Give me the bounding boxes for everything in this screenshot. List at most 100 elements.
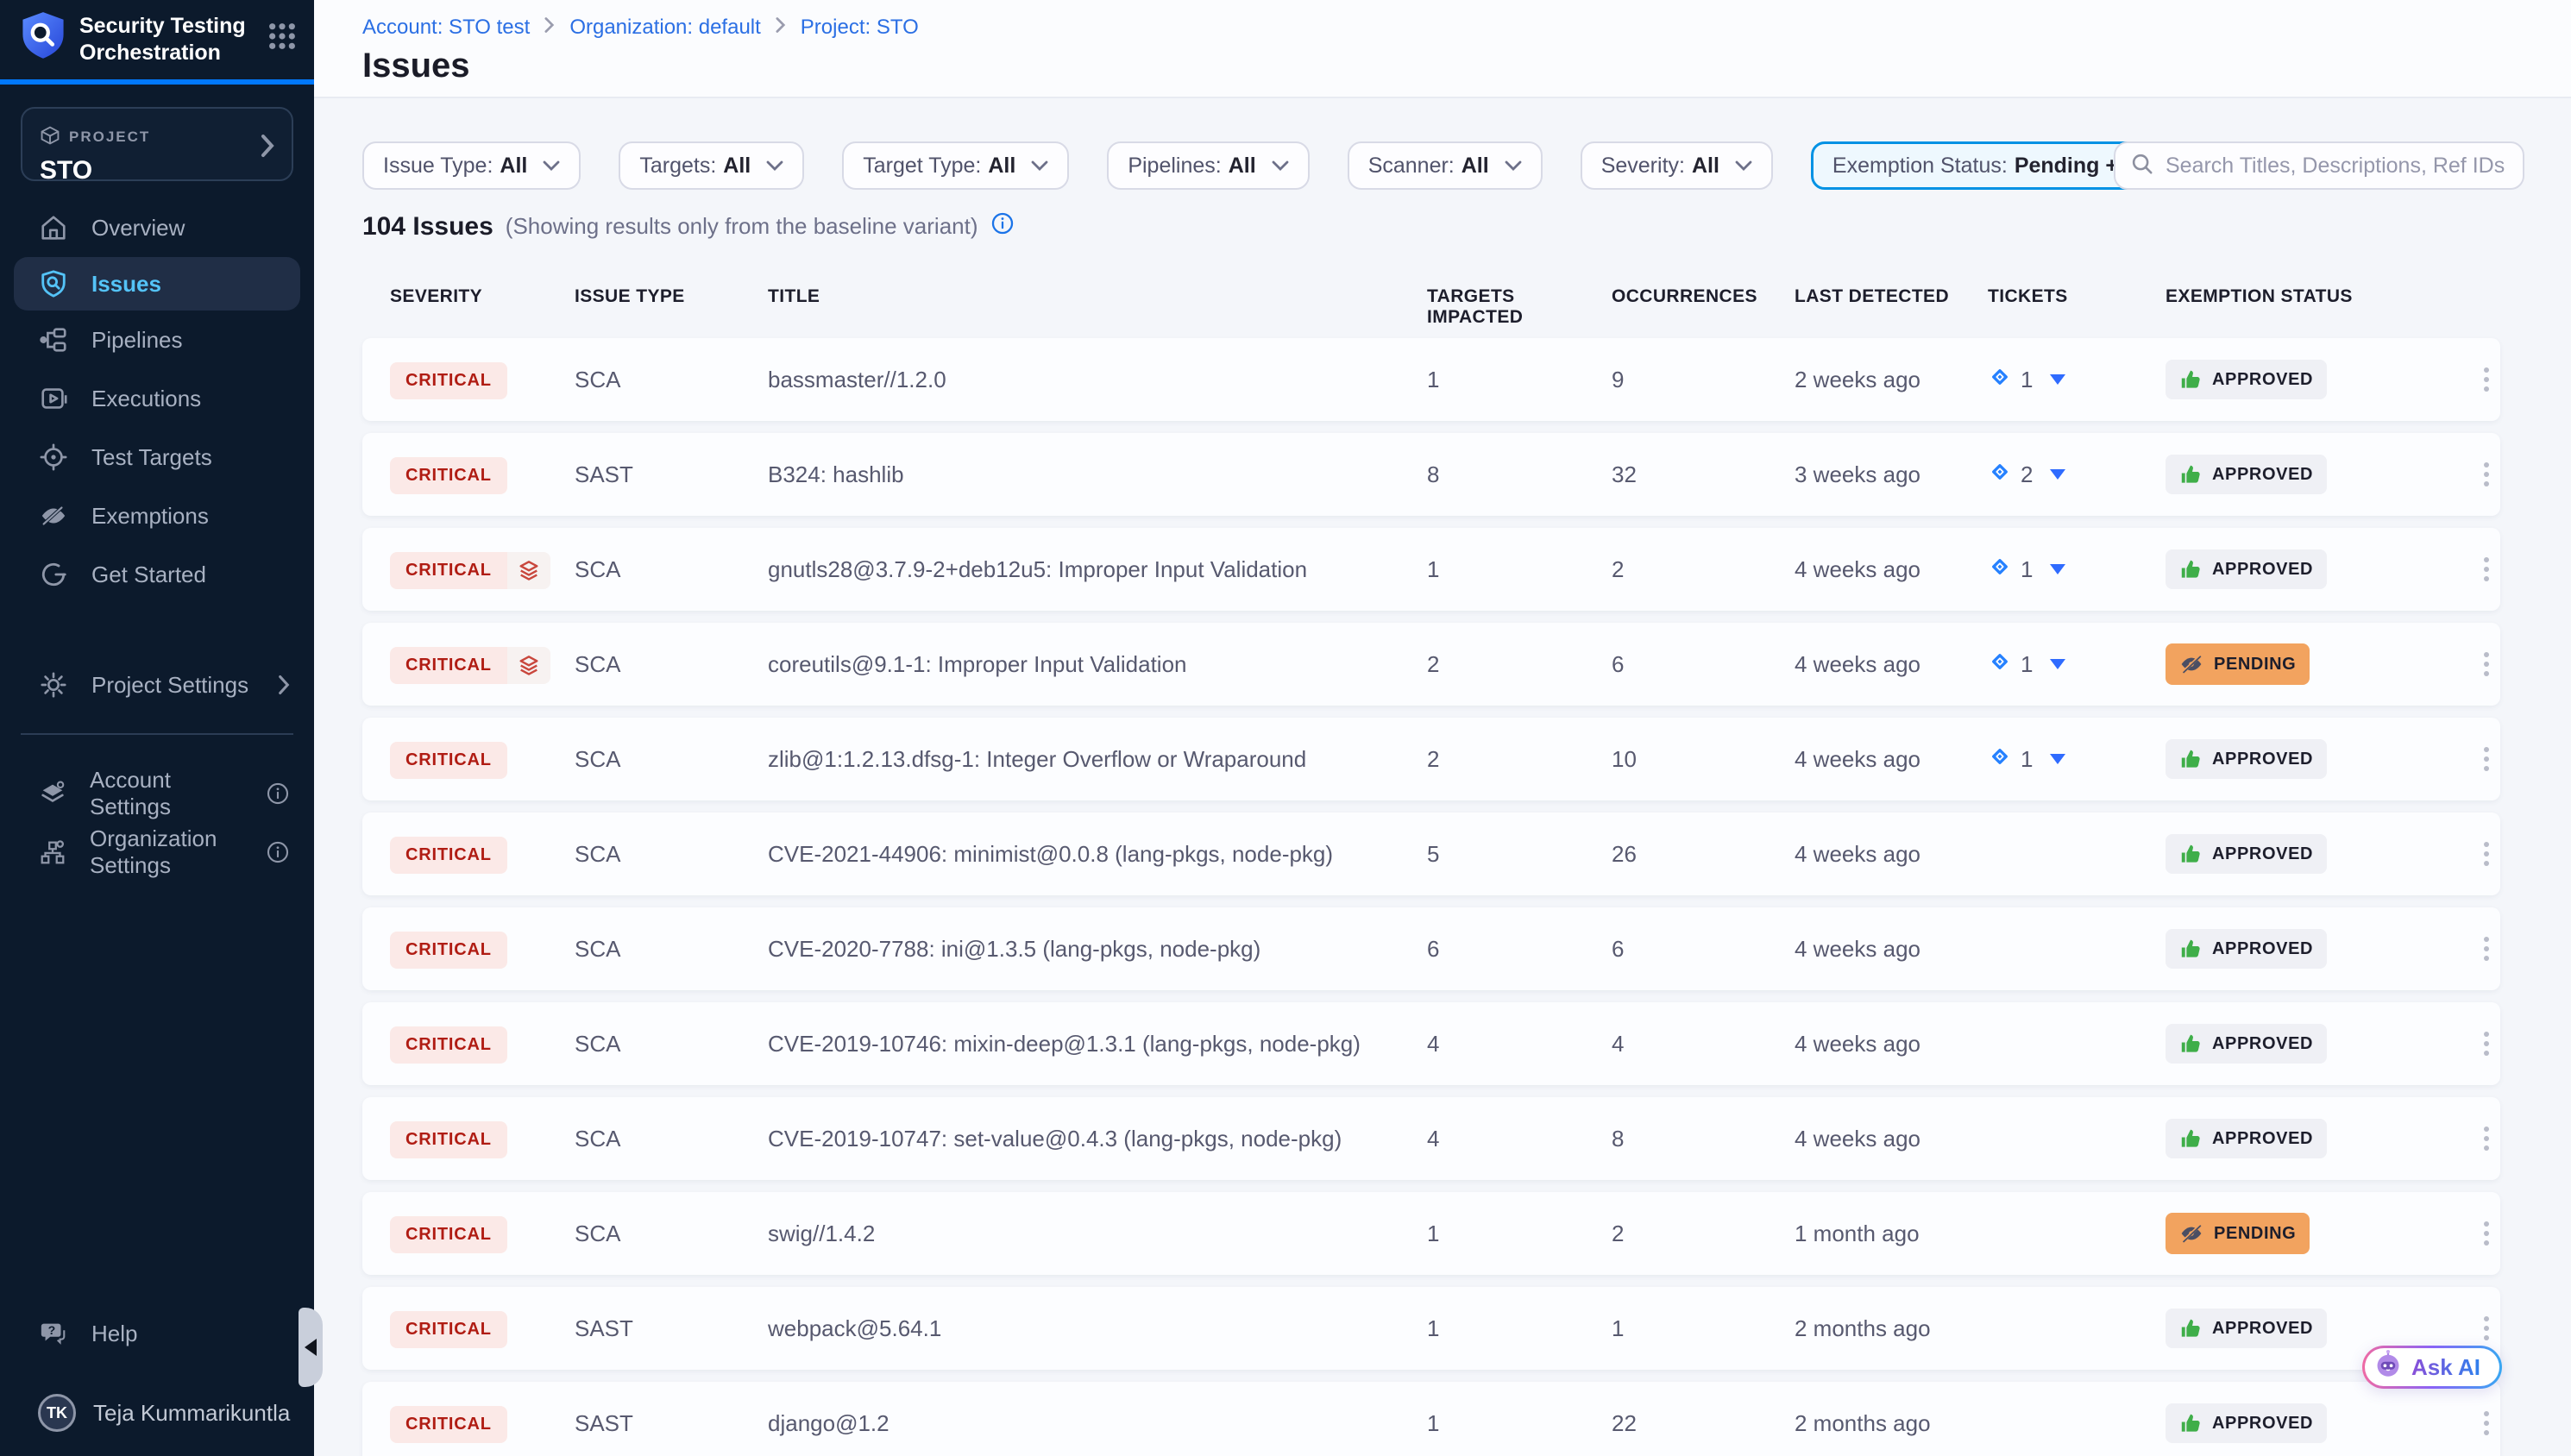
info-icon[interactable] [266, 781, 290, 806]
targets-impacted-value: 2 [1427, 746, 1612, 773]
occurrences-value: 22 [1612, 1410, 1795, 1437]
help-chat-icon: ? [38, 1319, 69, 1348]
issue-title[interactable]: CVE-2020-7788: ini@1.3.5 (lang-pkgs, nod… [768, 936, 1427, 963]
table-row[interactable]: CRITICALSCAzlib@1:1.2.13.dfsg-1: Integer… [362, 718, 2500, 800]
sidebar-item-account-settings[interactable]: Account Settings [0, 764, 314, 823]
ticket-link[interactable]: 1 [1988, 649, 2166, 681]
filter-scanner[interactable]: Scanner:All [1348, 141, 1543, 190]
filter-issue-type[interactable]: Issue Type:All [362, 141, 581, 190]
filter-pipelines[interactable]: Pipelines:All [1107, 141, 1309, 190]
severity-badge: CRITICAL [390, 552, 550, 589]
caret-down-icon[interactable] [2050, 469, 2065, 480]
row-menu-button[interactable] [2479, 552, 2494, 587]
ticket-link[interactable]: 2 [1988, 459, 2166, 491]
table-row[interactable]: CRITICALSCACVE-2019-10746: mixin-deep@1.… [362, 1002, 2500, 1085]
row-menu-button[interactable] [2479, 1121, 2494, 1156]
issue-title[interactable]: B324: hashlib [768, 461, 1427, 488]
row-menu-button[interactable] [2479, 1026, 2494, 1061]
sidebar-user[interactable]: TK Teja Kummarikuntla [0, 1384, 314, 1442]
issue-title[interactable]: webpack@5.64.1 [768, 1315, 1427, 1342]
search-input[interactable] [2166, 154, 2507, 179]
ticket-count: 1 [2021, 367, 2033, 393]
table-row[interactable]: CRITICALSCAgnutls28@3.7.9-2+deb12u5: Imp… [362, 528, 2500, 611]
caret-down-icon[interactable] [2050, 659, 2065, 669]
issue-title[interactable]: coreutils@9.1-1: Improper Input Validati… [768, 651, 1427, 678]
ticket-count: 1 [2021, 556, 2033, 583]
issue-title[interactable]: zlib@1:1.2.13.dfsg-1: Integer Overflow o… [768, 746, 1427, 773]
caret-down-icon[interactable] [2050, 754, 2065, 764]
row-menu-button[interactable] [2479, 742, 2494, 776]
severity-label: CRITICAL [390, 552, 507, 589]
row-menu-button[interactable] [2479, 647, 2494, 681]
ticket-link[interactable]: 1 [1988, 364, 2166, 396]
severity-badge: CRITICAL [390, 457, 507, 494]
issue-title[interactable]: gnutls28@3.7.9-2+deb12u5: Improper Input… [768, 556, 1427, 583]
table-row[interactable]: CRITICALSCACVE-2019-10747: set-value@0.4… [362, 1097, 2500, 1180]
issue-title[interactable]: CVE-2019-10747: set-value@0.4.3 (lang-pk… [768, 1126, 1427, 1152]
filter-targets[interactable]: Targets:All [619, 141, 804, 190]
sidebar-item-executions[interactable]: Executions [0, 369, 314, 428]
page-title: Issues [362, 47, 470, 85]
issues-table: CRITICALSCAbassmaster//1.2.0192 weeks ag… [362, 338, 2500, 1456]
sidebar-item-exemptions[interactable]: Exemptions [0, 486, 314, 545]
sidebar-item-issues[interactable]: Issues [14, 257, 300, 311]
table-row[interactable]: CRITICALSCAcoreutils@9.1-1: Improper Inp… [362, 623, 2500, 706]
severity-label: CRITICAL [390, 1026, 507, 1064]
table-row[interactable]: CRITICALSCAswig//1.4.2121 month agoPENDI… [362, 1192, 2500, 1275]
sidebar-item-help[interactable]: ? Help [0, 1304, 314, 1363]
ask-ai-button[interactable]: Ask AI [2362, 1346, 2502, 1389]
table-row[interactable]: CRITICALSASTB324: hashlib8323 weeks ago2… [362, 433, 2500, 516]
caret-down-icon[interactable] [2050, 374, 2065, 385]
row-menu-button[interactable] [2479, 932, 2494, 966]
collapse-left-triangle-icon [305, 1339, 317, 1356]
sidebar-collapse-handle[interactable] [299, 1308, 323, 1387]
executions-play-icon [38, 384, 69, 413]
issue-title[interactable]: CVE-2021-44906: minimist@0.0.8 (lang-pkg… [768, 841, 1427, 868]
ticket-link[interactable]: 1 [1988, 744, 2166, 775]
sidebar-item-label: Help [91, 1321, 137, 1347]
info-icon[interactable] [990, 210, 1015, 242]
last-detected-value: 4 weeks ago [1795, 1031, 1988, 1057]
info-icon[interactable] [266, 840, 290, 864]
issue-title[interactable]: bassmaster//1.2.0 [768, 367, 1427, 393]
thumbs-up-icon [2179, 938, 2202, 960]
table-row[interactable]: CRITICALSCAbassmaster//1.2.0192 weeks ag… [362, 338, 2500, 421]
table-row[interactable]: CRITICALSASTwebpack@5.64.1112 months ago… [362, 1287, 2500, 1370]
issue-title[interactable]: swig//1.4.2 [768, 1221, 1427, 1247]
exemption-status-label: APPROVED [2212, 750, 2313, 769]
project-selector[interactable]: PROJECT STO [21, 107, 293, 181]
caret-down-icon[interactable] [2050, 564, 2065, 574]
last-detected-value: 2 weeks ago [1795, 367, 1988, 393]
filter-severity[interactable]: Severity:All [1581, 141, 1773, 190]
issue-title[interactable]: CVE-2019-10746: mixin-deep@1.3.1 (lang-p… [768, 1031, 1427, 1057]
app-logo-shield-search-icon [21, 10, 66, 69]
table-header: SEVERITY ISSUE TYPE TITLE TARGETS IMPACT… [362, 286, 2500, 328]
row-menu-button[interactable] [2479, 837, 2494, 871]
project-name: STO [40, 156, 274, 185]
home-icon [38, 213, 69, 242]
table-row[interactable]: CRITICALSCACVE-2020-7788: ini@1.3.5 (lan… [362, 907, 2500, 990]
breadcrumb-account-link[interactable]: Account: STO test [362, 16, 530, 40]
sidebar-item-organization-settings[interactable]: Organization Settings [0, 823, 314, 882]
table-row[interactable]: CRITICALSCACVE-2021-44906: minimist@0.0.… [362, 813, 2500, 895]
ticket-link[interactable]: 1 [1988, 554, 2166, 586]
row-menu-button[interactable] [2479, 1406, 2494, 1440]
filter-bar: Issue Type:All Targets:All Target Type:A… [362, 141, 2184, 190]
row-menu-button[interactable] [2479, 1216, 2494, 1251]
sidebar-item-pipelines[interactable]: Pipelines [0, 311, 314, 369]
issue-title[interactable]: django@1.2 [768, 1410, 1427, 1437]
sidebar-item-project-settings[interactable]: Project Settings [0, 656, 314, 714]
sidebar-item-overview[interactable]: Overview [0, 198, 314, 257]
severity-label: CRITICAL [390, 1406, 507, 1443]
sidebar-item-get-started[interactable]: Get Started [0, 545, 314, 604]
table-row[interactable]: CRITICALSASTdjango@1.21222 months agoAPP… [362, 1382, 2500, 1456]
row-menu-button[interactable] [2479, 1311, 2494, 1346]
breadcrumb-org-link[interactable]: Organization: default [569, 16, 760, 40]
filter-target-type[interactable]: Target Type:All [842, 141, 1069, 190]
row-menu-button[interactable] [2479, 362, 2494, 397]
exemption-status-label: PENDING [2214, 655, 2296, 675]
sidebar-item-test-targets[interactable]: Test Targets [0, 428, 314, 486]
breadcrumb-project-link[interactable]: Project: STO [801, 16, 919, 40]
app-switcher-grid-icon[interactable] [267, 22, 297, 58]
row-menu-button[interactable] [2479, 457, 2494, 492]
